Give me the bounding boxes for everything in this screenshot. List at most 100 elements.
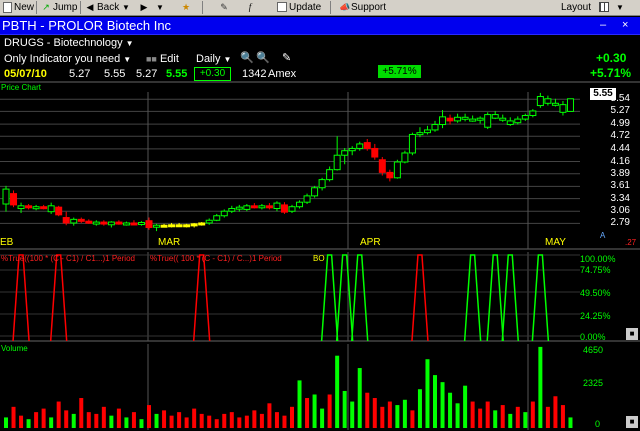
price-candle <box>100 221 108 225</box>
price-axis-label: 4.99 <box>610 118 630 130</box>
price-candle <box>544 98 552 104</box>
price-candle <box>491 114 499 119</box>
volume-bar <box>372 398 377 428</box>
pane-collapse-button[interactable]: ■ <box>626 328 638 340</box>
volume-bar <box>568 417 573 428</box>
price-candle <box>439 116 447 126</box>
volume-bar <box>116 408 121 428</box>
indicator-spike <box>463 254 482 342</box>
indicator-spike <box>320 254 339 342</box>
price-axis-label: 4.72 <box>610 130 630 142</box>
volume-bar <box>94 413 99 428</box>
volume-bar <box>545 406 550 428</box>
volume-bar <box>71 413 76 428</box>
price-candle <box>47 205 55 213</box>
price-axis-label: 3.89 <box>610 167 630 179</box>
price-candle <box>175 224 183 228</box>
volume-bar <box>252 410 257 428</box>
price-candle <box>258 205 266 209</box>
volume-bar <box>169 415 174 428</box>
volume-bar <box>11 406 16 428</box>
volume-bar <box>335 355 340 428</box>
price-candle <box>62 217 70 224</box>
volume-bar <box>259 413 264 428</box>
indicator-spike <box>335 254 354 342</box>
collapse-icon: ■ <box>629 417 635 426</box>
volume-bar <box>154 413 159 428</box>
volume-pane-title: Volume <box>1 344 28 353</box>
volume-bar <box>222 413 227 428</box>
price-candle <box>378 159 386 173</box>
volume-bar <box>553 396 558 428</box>
volume-bar <box>162 410 167 428</box>
price-candle <box>536 96 544 107</box>
price-candle <box>476 117 484 121</box>
volume-bar <box>86 412 91 428</box>
price-candle <box>115 221 123 225</box>
volume-bar <box>184 417 189 428</box>
axis-mode-toggle[interactable]: A <box>600 229 605 243</box>
price-axis-label: 2.79 <box>610 217 630 229</box>
volume-bar <box>560 405 565 428</box>
volume-bar <box>470 401 475 428</box>
volume-bar <box>478 408 483 428</box>
price-candle <box>10 193 18 206</box>
price-candle <box>401 152 409 163</box>
price-candle <box>514 118 522 124</box>
volume-bar <box>229 412 234 428</box>
volume-bar <box>34 412 39 428</box>
volume-bar <box>523 412 528 428</box>
indicator-axis-label: 24.25% <box>580 311 611 321</box>
indicator-spike <box>501 254 520 342</box>
volume-bar <box>41 408 46 428</box>
price-candle <box>107 221 115 226</box>
indicator-axis-label: 74.75% <box>580 265 611 275</box>
price-axis-label: 5.27 <box>610 105 630 117</box>
month-label: MAR <box>158 237 181 248</box>
price-candle <box>130 222 138 226</box>
volume-bar <box>365 392 370 428</box>
volume-bar <box>109 415 114 428</box>
price-candle <box>559 104 567 113</box>
month-label: MAY <box>545 237 566 248</box>
price-candle <box>250 205 258 209</box>
volume-bar <box>64 410 69 428</box>
volume-bar <box>463 385 468 428</box>
last-price-marker: 5.55 <box>590 88 616 100</box>
volume-axis-label: 0 <box>595 419 601 429</box>
volume-bar <box>538 346 543 428</box>
volume-bar <box>147 405 151 428</box>
pane-collapse-button[interactable]: ■ <box>626 416 638 428</box>
volume-bar <box>192 408 197 428</box>
volume-bar <box>177 412 182 428</box>
volume-bar <box>56 401 61 428</box>
volume-bar <box>417 389 422 428</box>
indicator-spike <box>12 254 30 342</box>
price-candle <box>318 179 326 189</box>
price-candle <box>153 224 161 228</box>
volume-bar <box>500 405 505 428</box>
price-candle <box>2 188 10 205</box>
price-candle <box>333 154 341 171</box>
volume-bar <box>49 417 54 428</box>
price-candle <box>92 221 100 225</box>
chart-canvas[interactable] <box>0 0 640 430</box>
volume-bar <box>305 398 310 428</box>
volume-bar <box>19 415 24 428</box>
price-candle <box>393 161 401 179</box>
price-candle <box>160 224 168 228</box>
price-candle <box>265 205 273 209</box>
volume-bar <box>139 419 144 428</box>
price-pane-title: Price Chart <box>1 83 42 92</box>
month-label: APR <box>360 237 381 248</box>
price-candle <box>228 208 236 212</box>
price-candle <box>551 102 559 106</box>
volume-bar <box>327 394 332 428</box>
volume-bar <box>508 413 513 428</box>
price-candle <box>243 205 251 210</box>
price-candle <box>220 210 228 217</box>
price-candle <box>506 120 514 126</box>
price-candle <box>40 206 48 210</box>
price-candle <box>77 218 85 222</box>
volume-bar <box>448 392 453 428</box>
